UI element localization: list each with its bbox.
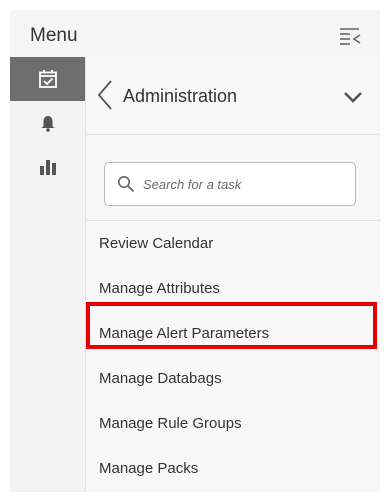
search-area (86, 135, 381, 221)
panel-header: Administration (86, 57, 381, 135)
bell-icon (41, 116, 54, 132)
back-button[interactable] (96, 79, 116, 111)
chevron-down-icon (344, 92, 362, 103)
task-panel: Administration Review Calendar Manage At… (85, 57, 381, 492)
task-manage-databags[interactable]: Manage Databags (86, 356, 381, 401)
menu-header: Menu (10, 10, 380, 57)
navigation-menu: Menu Administration Search for a task Re… (10, 10, 381, 492)
chevron-left-icon (97, 80, 112, 110)
menu-title: Menu (30, 25, 78, 46)
icon-rail (10, 57, 85, 492)
rail-item-reports[interactable] (10, 145, 85, 189)
search-icon (118, 176, 135, 193)
task-manage-attributes[interactable]: Manage Attributes (86, 266, 381, 311)
rail-item-calendar[interactable] (10, 57, 85, 101)
task-manage-alert-parameters[interactable]: Manage Alert Parameters (86, 311, 381, 356)
collapse-menu-icon (340, 28, 361, 45)
search-input[interactable] (143, 163, 348, 205)
calendar-check-icon (38, 70, 57, 88)
collapse-menu-button[interactable] (337, 24, 365, 48)
task-manage-rule-groups[interactable]: Manage Rule Groups (86, 401, 381, 446)
task-list: Review Calendar Manage Attributes Manage… (86, 221, 381, 491)
task-manage-packs[interactable]: Manage Packs (86, 446, 381, 491)
rail-item-alerts[interactable] (10, 101, 85, 145)
expand-button[interactable] (341, 87, 365, 107)
task-review-calendar[interactable]: Review Calendar (86, 221, 381, 266)
bar-chart-icon (39, 160, 56, 175)
search-box[interactable] (104, 162, 356, 206)
panel-title: Administration (123, 86, 238, 106)
